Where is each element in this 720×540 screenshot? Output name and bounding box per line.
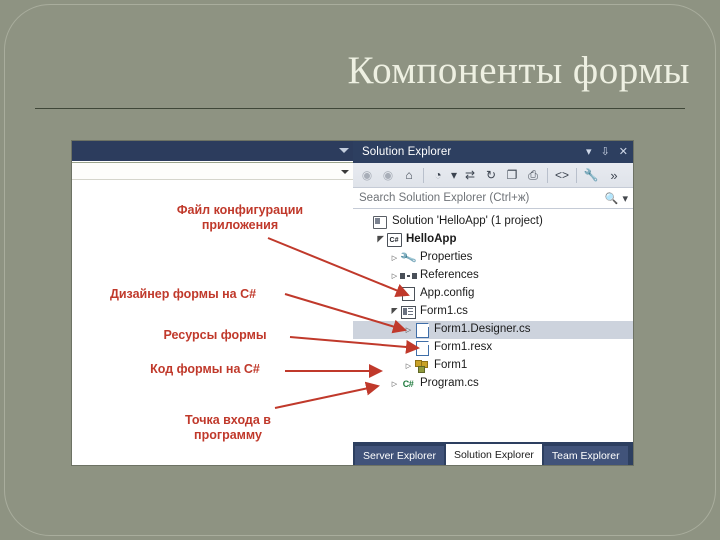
solution-explorer-panel: Solution Explorer ▾ ⇩ ✕ ◉ ◉ ⌂ ◔ ▾ ⇄ ↻ ❐ ⎙ <> 🔧» Sear… — [353, 141, 633, 465]
annotation-form-designer: Дизайнер формы на C# — [109, 287, 257, 301]
solution-explorer-toolbar: ◉ ◉ ⌂ ◔ ▾ ⇄ ↻ ❐ ⎙ <> 🔧» — [353, 163, 633, 188]
pin-button[interactable]: ⇩ — [601, 146, 610, 158]
window-menu-button[interactable]: ▾ — [586, 146, 592, 158]
components-icon — [414, 357, 430, 375]
show-all-files-button[interactable]: ⎙ — [523, 165, 543, 185]
expand-collapse-icon-collapsed[interactable]: ▷ — [389, 249, 400, 267]
search-icon-group: 🔍 ▾ — [605, 188, 628, 209]
annotation-app-config: Файл конфигурации приложения — [176, 203, 304, 232]
toolbar-separator — [423, 167, 424, 183]
wrench-icon: 🔧 — [398, 248, 418, 268]
caret-down-icon[interactable] — [341, 170, 349, 174]
tab-label: Server Explorer — [363, 449, 436, 462]
sync-with-active-document-button[interactable]: ⇄ — [460, 165, 480, 185]
tree-item[interactable]: ◢ Form1.cs — [353, 303, 633, 321]
csharp-project-icon: C# — [386, 231, 402, 249]
expand-collapse-icon-expanded[interactable]: ◢ — [389, 303, 400, 321]
tree-item-label: Form1 — [434, 359, 468, 372]
tree-item[interactable]: ▷ 🔧 Properties — [353, 249, 633, 267]
properties-button[interactable]: 🔧 — [581, 165, 601, 185]
tree-item[interactable]: ▷ C# Program.cs — [353, 375, 633, 393]
toolbar-separator — [576, 167, 577, 183]
page-title: Компоненты формы — [347, 49, 690, 92]
annotation-form-code: Код формы на C# — [150, 362, 260, 376]
title-divider — [35, 108, 685, 109]
tree-item-label: App.config — [420, 287, 475, 300]
tree-item-label: HelloApp — [406, 233, 457, 246]
titlebar-button-group: ▾ ⇩ ✕ — [586, 141, 628, 163]
tree-item-label: Form1.Designer.cs — [434, 323, 531, 336]
tree-item-label: References — [420, 269, 479, 282]
annotation-entry-point: Точка входа в программу — [185, 413, 271, 442]
tree-item-label: Solution 'HelloApp' (1 project) — [392, 215, 543, 228]
expand-collapse-icon-collapsed[interactable]: ▷ — [389, 375, 400, 393]
toolbar-separator — [547, 167, 548, 183]
editor-dropdown[interactable] — [72, 162, 355, 180]
form-designer-icon — [400, 303, 416, 321]
expand-collapse-icon-collapsed[interactable]: ▷ — [403, 321, 414, 339]
pending-changes-filter-button[interactable]: ◔ — [428, 165, 448, 185]
expand-collapse-icon-collapsed[interactable]: ▷ — [389, 267, 400, 285]
code-file-icon — [414, 339, 430, 357]
overflow-button[interactable]: » — [604, 165, 624, 185]
solution-icon — [372, 213, 388, 231]
caret-down-icon[interactable] — [339, 148, 349, 153]
refresh-button[interactable]: ↻ — [481, 165, 501, 185]
tree-item[interactable]: App.config — [353, 285, 633, 303]
tab-label: Team Explorer — [551, 449, 620, 462]
panel-tab-strip: Server Explorer Solution Explorer Team Exp… — [353, 442, 633, 465]
tree-item[interactable]: ▷ Form1 — [353, 357, 633, 375]
expand-collapse-icon-collapsed[interactable]: ▷ — [403, 357, 414, 375]
tree-item-label: Properties — [420, 251, 473, 264]
search-box[interactable]: Search Solution Explorer (Ctrl+ж) 🔍 ▾ — [353, 188, 633, 209]
tab-server-explorer[interactable]: Server Explorer — [355, 446, 444, 465]
expand-collapse-icon-expanded[interactable]: ◢ — [375, 231, 386, 249]
filter-dropdown-button[interactable]: ▾ — [449, 165, 459, 185]
tree-item[interactable]: Solution 'HelloApp' (1 project) — [353, 213, 633, 231]
magnifier-icon[interactable]: 🔍 — [605, 192, 619, 205]
tree-item-label: Form1.cs — [420, 305, 468, 318]
panel-title: Solution Explorer — [362, 146, 452, 158]
caret-down-icon[interactable]: ▾ — [622, 192, 628, 205]
search-input[interactable]: Search Solution Explorer (Ctrl+ж) — [359, 192, 529, 204]
tree-item[interactable]: ▷ Form1.Designer.cs — [353, 321, 633, 339]
tree-item[interactable]: Form1.resx — [353, 339, 633, 357]
tree-item[interactable]: ◢ C# HelloApp — [353, 231, 633, 249]
solution-tree[interactable]: Solution 'HelloApp' (1 project) ◢ C# HelloA… — [353, 209, 633, 442]
tree-item[interactable]: ▷ References — [353, 267, 633, 285]
editor-titlebar — [72, 141, 355, 161]
collapse-all-button[interactable]: ❐ — [502, 165, 522, 185]
references-icon — [399, 267, 417, 285]
code-file-icon — [414, 321, 430, 339]
annotation-form-resources: Ресурсы формы — [163, 328, 267, 342]
tab-team-explorer[interactable]: Team Explorer — [543, 446, 628, 465]
home-button[interactable]: ⌂ — [399, 165, 419, 185]
config-file-icon — [399, 285, 416, 303]
tab-solution-explorer[interactable]: Solution Explorer — [445, 444, 542, 465]
view-code-button[interactable]: <> — [552, 165, 572, 185]
close-button[interactable]: ✕ — [619, 146, 628, 158]
csharp-file-icon: C# — [402, 378, 414, 389]
back-button[interactable]: ◉ — [357, 165, 377, 185]
solution-explorer-titlebar: Solution Explorer ▾ ⇩ ✕ — [353, 141, 633, 163]
tree-item-label: Form1.resx — [434, 341, 493, 354]
tab-label: Solution Explorer — [453, 448, 534, 461]
tree-item-label: Program.cs — [420, 377, 479, 390]
forward-button[interactable]: ◉ — [378, 165, 398, 185]
